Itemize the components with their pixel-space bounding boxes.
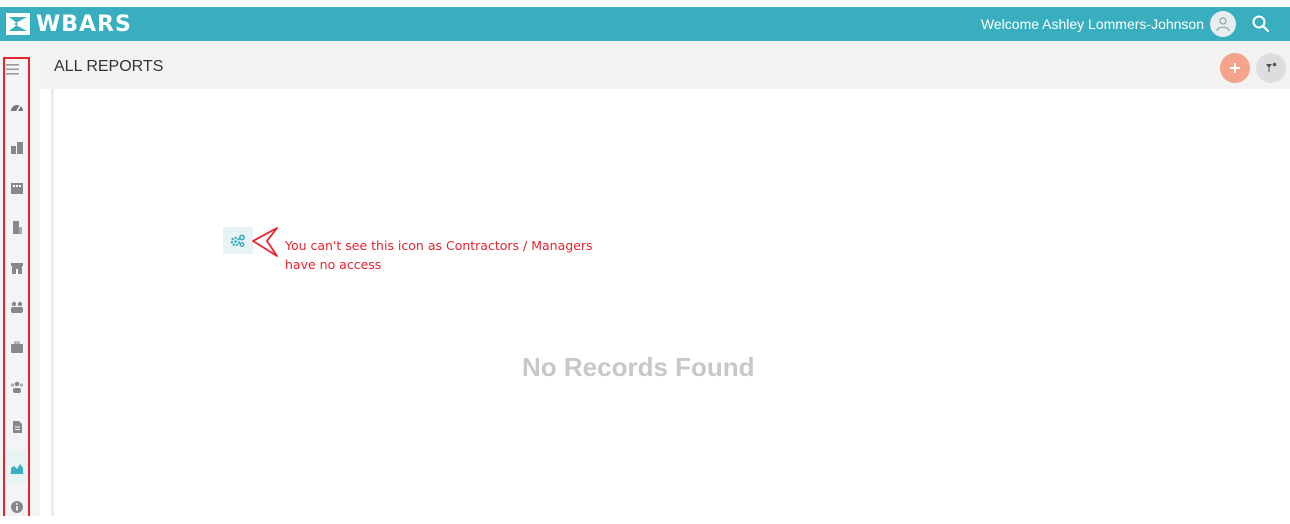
users-group-icon bbox=[10, 301, 23, 313]
page-header: ALL REPORTS bbox=[40, 41, 1290, 89]
buildings-icon bbox=[10, 142, 23, 154]
sidebar-item-team[interactable] bbox=[5, 370, 28, 404]
sidebar-item-reports[interactable] bbox=[5, 450, 28, 484]
area-chart-icon bbox=[10, 464, 23, 474]
welcome-text: Welcome Ashley Lommers-Johnson bbox=[980, 16, 1204, 32]
avatar[interactable] bbox=[1210, 11, 1236, 37]
team-icon bbox=[10, 381, 23, 393]
annotation-line-1: You can't see this icon as Contractors /… bbox=[285, 238, 593, 253]
briefcase-icon bbox=[10, 341, 23, 353]
app-name: WBARS bbox=[36, 11, 132, 37]
sidebar-item-apartment[interactable] bbox=[5, 170, 28, 204]
filter-button[interactable] bbox=[1256, 53, 1286, 83]
callout-arrow-icon bbox=[252, 227, 278, 257]
sidebar-item-info[interactable] bbox=[5, 490, 28, 524]
sidebar-item-property[interactable] bbox=[5, 250, 28, 284]
sidebar-highlight-box bbox=[3, 57, 30, 516]
empty-state-message: No Records Found bbox=[522, 352, 755, 382]
top-bar: WBARS Welcome Ashley Lommers-Johnson bbox=[0, 7, 1290, 41]
apartment-icon bbox=[10, 183, 23, 194]
sidebar-item-users[interactable] bbox=[5, 290, 28, 324]
plus-icon bbox=[1230, 63, 1240, 73]
user-avatar-icon bbox=[1216, 17, 1230, 32]
add-report-button[interactable] bbox=[1220, 53, 1250, 83]
content-divider bbox=[51, 89, 54, 516]
gears-icon bbox=[230, 233, 246, 247]
office-building-icon bbox=[12, 221, 22, 234]
annotation-line-2: have no access bbox=[285, 257, 382, 272]
sidebar-item-dashboard[interactable] bbox=[5, 90, 28, 124]
app-logo[interactable]: WBARS bbox=[6, 10, 132, 38]
info-icon bbox=[10, 501, 23, 513]
search-icon[interactable] bbox=[1250, 13, 1272, 35]
access-annotation: You can't see this icon as Contractors /… bbox=[285, 236, 605, 274]
property-icon bbox=[10, 263, 23, 274]
filter-icon bbox=[1266, 62, 1277, 72]
report-settings-button[interactable] bbox=[223, 227, 253, 254]
page-title: ALL REPORTS bbox=[54, 58, 164, 75]
document-icon bbox=[12, 421, 22, 433]
sidebar-item-document[interactable] bbox=[5, 410, 28, 444]
dashboard-icon bbox=[10, 105, 23, 112]
sidebar-item-briefcase[interactable] bbox=[5, 330, 28, 364]
sidebar-item-buildings[interactable] bbox=[5, 130, 28, 164]
sidebar-item-office[interactable] bbox=[5, 210, 28, 244]
logo-mark-icon bbox=[6, 13, 30, 35]
